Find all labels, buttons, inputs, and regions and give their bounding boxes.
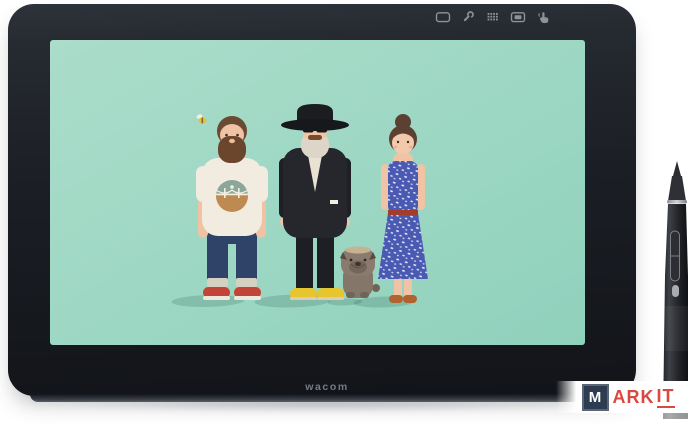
tablet-body: wacom [8,4,636,396]
markit-m-box: M [582,384,609,411]
pen-lower-button [672,285,679,297]
keypad-grid-icon [485,10,501,24]
display-icon [435,10,451,24]
tshirt-bridge-badge [216,180,248,212]
tablet-screen [50,40,585,345]
stylus-pen [650,156,700,419]
screen-icon [510,10,526,24]
screen-illustration [50,40,585,345]
bezel-icon-row [435,10,551,24]
markit-ark-text: ARK [613,387,655,408]
touch-gesture-icon [535,10,551,24]
wacom-logo: wacom [287,381,367,393]
product-photo: wacom [0,0,700,419]
tablet-shadow [40,401,600,413]
pen-ring [667,200,687,204]
markit-watermark: M ARK IT [556,381,700,413]
pen-nib [673,161,681,176]
pen-cone [668,176,686,201]
wrench-icon [460,10,476,24]
markit-it-text: IT [657,387,675,408]
